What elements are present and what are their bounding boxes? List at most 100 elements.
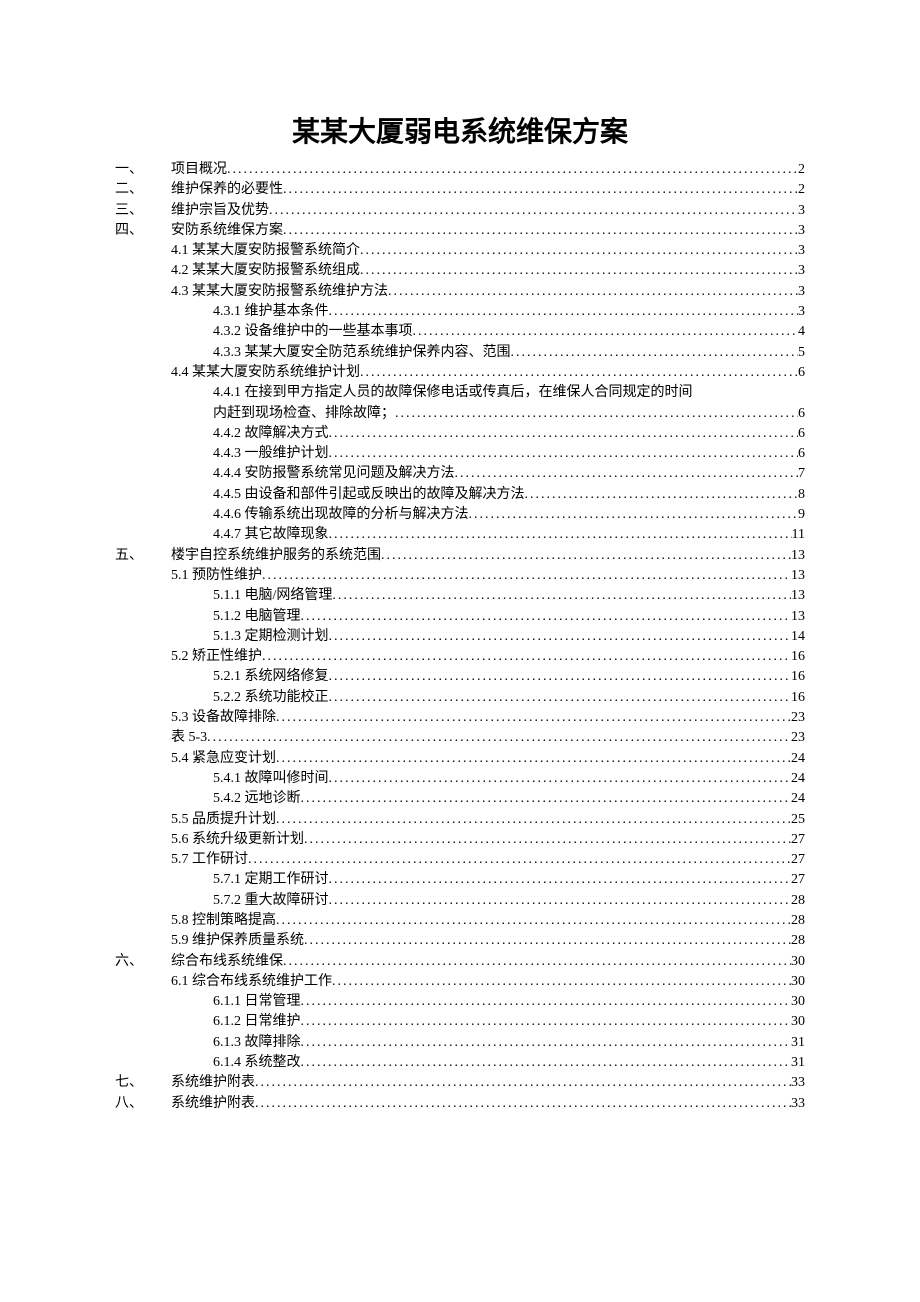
toc-entry: 5.4.1 故障叫修时间24 <box>115 769 805 789</box>
toc-entry: 5.7.2 重大故障研讨28 <box>115 891 805 911</box>
toc-entry-page: 14 <box>791 627 805 647</box>
toc-entry-label: 5.4 紧急应变计划 <box>171 749 276 769</box>
toc-leader <box>255 1073 791 1093</box>
toc-entry-label: 安防系统维保方案 <box>171 221 283 241</box>
toc-leader <box>525 485 799 505</box>
toc-leader <box>332 972 791 992</box>
toc-entry-label: 5.2.2 系统功能校正 <box>213 688 329 708</box>
toc-leader <box>304 830 791 850</box>
toc-entry-page: 6 <box>798 444 805 464</box>
toc-leader <box>301 1053 792 1073</box>
toc-leader <box>301 1033 792 1053</box>
toc-leader <box>269 201 798 221</box>
toc-entry-page: 27 <box>791 870 805 890</box>
toc-leader <box>301 992 792 1012</box>
toc-entry: 六、综合布线系统维保30 <box>115 952 805 972</box>
toc-entry-label: 5.2 矫正性维护 <box>171 647 262 667</box>
toc-leader <box>276 911 791 931</box>
toc-entry: 6.1.1 日常管理30 <box>115 992 805 1012</box>
toc-leader <box>329 525 792 545</box>
toc-entry: 5.3 设备故障排除 23 <box>115 708 805 728</box>
toc-leader <box>329 870 792 890</box>
toc-entry-page: 28 <box>791 931 805 951</box>
toc-entry: 5.1.3 定期检测计划 14 <box>115 627 805 647</box>
toc-entry-label: 楼宇自控系统维护服务的系统范围 <box>171 546 381 566</box>
toc-entry-marker: 四、 <box>115 221 171 241</box>
toc-entry-page: 31 <box>791 1033 805 1053</box>
toc-entry-page: 23 <box>791 708 805 728</box>
toc-entry-label: 6.1.2 日常维护 <box>213 1012 301 1032</box>
toc-leader <box>262 647 791 667</box>
toc-entry-page: 30 <box>791 972 805 992</box>
toc-entry-page: 3 <box>798 302 805 322</box>
toc-leader <box>329 769 792 789</box>
toc-entry-label: 4.4.3 一般维护计划 <box>213 444 329 464</box>
toc-entry-label: 5.4.1 故障叫修时间 <box>213 769 329 789</box>
toc-entry-page: 33 <box>791 1073 805 1093</box>
toc-entry-label: 4.3.2 设备维护中的一些基本事项 <box>213 322 413 342</box>
toc-entry-page: 3 <box>798 282 805 302</box>
toc-entry: 4.4 某某大厦安防系统维护计划6 <box>115 363 805 383</box>
toc-entry-label: 5.1.2 电脑管理 <box>213 607 301 627</box>
toc-entry-label: 5.5 品质提升计划 <box>171 810 276 830</box>
toc-entry: 4.4.7 其它故障现象11 <box>115 525 805 545</box>
toc-entry-page: 24 <box>791 749 805 769</box>
toc-leader <box>276 708 791 728</box>
toc-entry: 表 5-323 <box>115 728 805 748</box>
toc-entry-marker: 一、 <box>115 160 171 180</box>
toc-entry-label: 5.3 设备故障排除 <box>171 708 276 728</box>
toc-entry-label: 4.4 某某大厦安防系统维护计划 <box>171 363 360 383</box>
toc-entry: 4.4.2 故障解决方式6 <box>115 424 805 444</box>
table-of-contents: 一、项目概况2二、维护保养的必要性2三、维护宗旨及优势3四、安防系统维保方案34… <box>115 160 805 1114</box>
toc-entry-label: 6.1.4 系统整改 <box>213 1053 301 1073</box>
toc-entry: 4.2 某某大厦安防报警系统组成3 <box>115 261 805 281</box>
toc-entry-label: 4.3.1 维护基本条件 <box>213 302 329 322</box>
toc-entry-page: 27 <box>791 850 805 870</box>
toc-entry-page: 7 <box>798 464 805 484</box>
toc-leader <box>329 627 792 647</box>
toc-leader <box>329 444 799 464</box>
toc-entry: 4.4.3 一般维护计划 6 <box>115 444 805 464</box>
toc-leader <box>413 322 799 342</box>
toc-entry-label: 系统维护附表 <box>171 1094 255 1114</box>
toc-entry: 5.1.2 电脑管理 13 <box>115 607 805 627</box>
toc-leader <box>455 464 799 484</box>
toc-leader <box>329 667 792 687</box>
toc-entry: 5.4.2 远地诊断24 <box>115 789 805 809</box>
toc-entry-page: 3 <box>798 241 805 261</box>
toc-entry: 5.5 品质提升计划25 <box>115 810 805 830</box>
toc-entry-label: 5.7.1 定期工作研讨 <box>213 870 329 890</box>
toc-entry: 6.1.4 系统整改31 <box>115 1053 805 1073</box>
toc-entry-label: 5.1.1 电脑/网络管理 <box>213 586 332 606</box>
toc-entry-page: 3 <box>798 201 805 221</box>
toc-entry-label: 4.2 某某大厦安防报警系统组成 <box>171 261 360 281</box>
toc-leader <box>329 302 799 322</box>
toc-entry: 5.1.1 电脑/网络管理13 <box>115 586 805 606</box>
toc-entry-page: 6 <box>798 404 805 424</box>
toc-entry: 4.3.1 维护基本条件 3 <box>115 302 805 322</box>
toc-entry-page: 16 <box>791 667 805 687</box>
toc-entry-page: 2 <box>798 180 805 200</box>
toc-leader <box>283 180 798 200</box>
toc-entry: 三、维护宗旨及优势3 <box>115 201 805 221</box>
toc-entry-label: 4.3 某某大厦安防报警系统维护方法 <box>171 282 388 302</box>
toc-entry: 5.2.1 系统网络修复16 <box>115 667 805 687</box>
toc-entry-label: 5.1.3 定期检测计划 <box>213 627 329 647</box>
toc-entry-label: 6.1 综合布线系统维护工作 <box>171 972 332 992</box>
toc-entry-label: 4.3.3 某某大厦安全防范系统维护保养内容、范围 <box>213 343 511 363</box>
toc-leader <box>360 241 798 261</box>
toc-entry-page: 24 <box>791 789 805 809</box>
toc-entry-label: 6.1.3 故障排除 <box>213 1033 301 1053</box>
toc-entry: 内赶到现场检查、排除故障；6 <box>115 404 805 424</box>
toc-entry: 4.4.4 安防报警系统常见问题及解决方法7 <box>115 464 805 484</box>
toc-entry-label: 4.1 某某大厦安防报警系统简介 <box>171 241 360 261</box>
toc-entry-page: 13 <box>791 607 805 627</box>
toc-entry-page: 27 <box>791 830 805 850</box>
toc-entry-marker: 五、 <box>115 546 171 566</box>
toc-leader <box>329 891 792 911</box>
toc-entry: 4.3.2 设备维护中的一些基本事项4 <box>115 322 805 342</box>
toc-leader <box>360 261 798 281</box>
toc-entry: 5.2.2 系统功能校正16 <box>115 688 805 708</box>
toc-entry-label: 综合布线系统维保 <box>171 952 283 972</box>
toc-entry: 4.4.5 由设备和部件引起或反映出的故障及解决方法8 <box>115 485 805 505</box>
